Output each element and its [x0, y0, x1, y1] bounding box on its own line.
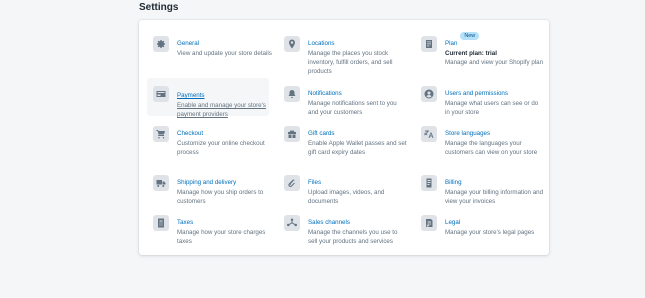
settings-item-payments[interactable]: Payments Enable and manage your store's …	[147, 78, 269, 118]
settings-item-title[interactable]: Notifications	[308, 90, 342, 98]
settings-item-title[interactable]: General	[177, 40, 199, 48]
truck-icon	[153, 175, 169, 191]
settings-item-title[interactable]: Sales channels	[308, 219, 350, 227]
gear-icon	[153, 36, 169, 52]
settings-item-title[interactable]: Shipping and delivery	[177, 179, 236, 187]
settings-item-description: Manage how your store charges taxes	[177, 229, 266, 245]
settings-item-title[interactable]: Files	[308, 179, 321, 187]
bell-icon	[284, 86, 300, 102]
legal-icon	[421, 215, 437, 231]
settings-item-title[interactable]: Billing	[445, 179, 462, 187]
settings-item-description: Manage notifications sent to you and you…	[308, 100, 397, 116]
billing-icon	[421, 175, 437, 191]
settings-item-title[interactable]: Payments	[177, 92, 205, 100]
settings-item-title[interactable]: Checkout	[177, 130, 203, 138]
settings-item-description: Manage the languages your customers can …	[445, 140, 538, 156]
settings-item-description: Upload images, videos, and documents	[308, 189, 385, 205]
settings-item-description: Manage the channels you use to sell your…	[308, 229, 398, 245]
settings-item-title[interactable]: Legal	[445, 219, 460, 227]
settings-item-description: Enable and manage your store's payment p…	[177, 102, 266, 118]
settings-item-description: Enable Apple Wallet passes and set gift …	[308, 140, 407, 156]
settings-item-description: Manage the places you stock inventory, f…	[308, 50, 393, 75]
new-badge: New	[460, 32, 480, 40]
settings-item-description: View and update your store details	[177, 50, 272, 57]
settings-item-description: Manage your store's legal pages	[445, 229, 535, 236]
settings-item-title[interactable]: Store languages	[445, 130, 490, 138]
page-title: Settings	[139, 2, 179, 13]
paperclip-icon	[284, 175, 300, 191]
settings-item-subtitle: Current plan: trial	[445, 50, 497, 57]
gift-icon	[284, 126, 300, 142]
cart-icon	[153, 126, 169, 142]
settings-item-description: Manage how you ship orders to customers	[177, 189, 264, 205]
settings-card: General View and update your store detai…	[139, 20, 549, 255]
settings-item-title[interactable]: Plan	[445, 40, 457, 48]
taxes-icon	[153, 215, 169, 231]
settings-item-description: Customize your online checkout process	[177, 140, 265, 156]
location-pin-icon	[284, 36, 300, 52]
document-icon	[421, 36, 437, 52]
credit-card-icon	[153, 86, 169, 102]
user-icon	[421, 86, 437, 102]
settings-item-description: Manage what users can see or do in your …	[445, 100, 539, 116]
settings-item-title[interactable]: Users and permissions	[445, 90, 508, 98]
channels-icon	[284, 215, 300, 231]
translate-icon	[421, 126, 437, 142]
settings-item-title[interactable]: Taxes	[177, 219, 193, 227]
settings-item-title[interactable]: Gift cards	[308, 130, 334, 138]
settings-item-description: Manage your billing information and view…	[445, 189, 544, 205]
settings-item-description: Manage and view your Shopify plan	[445, 58, 544, 66]
settings-item-title[interactable]: Locations	[308, 40, 335, 48]
